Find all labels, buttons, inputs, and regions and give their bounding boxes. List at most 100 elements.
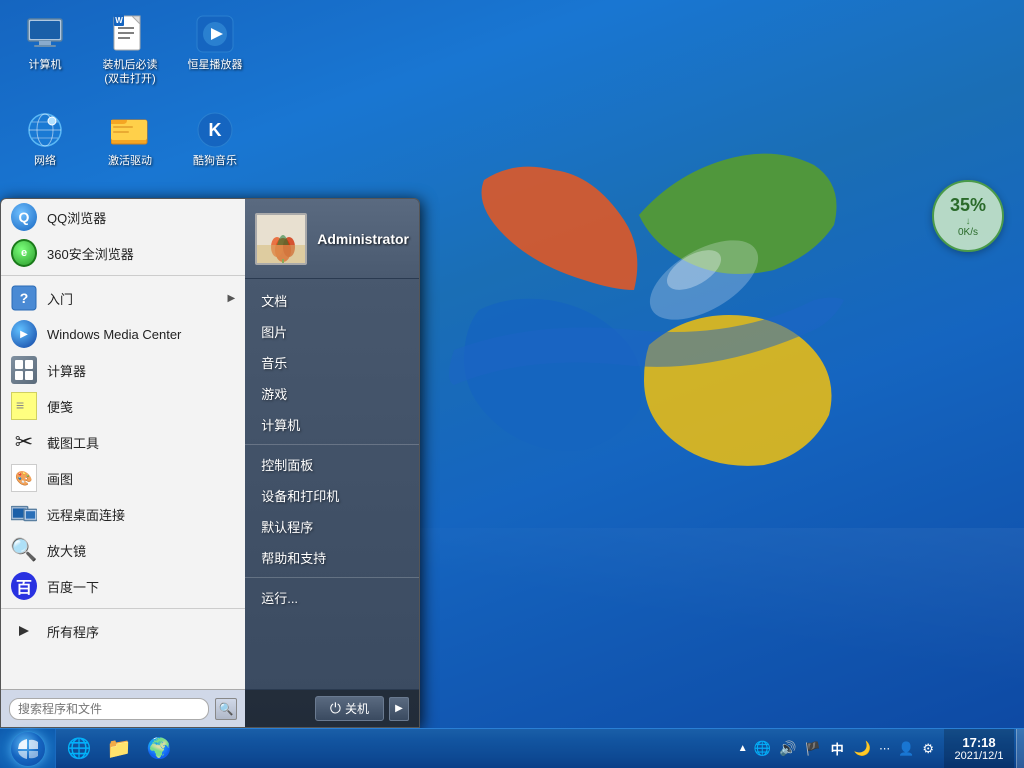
start-item-calc[interactable]: 计算器 <box>1 352 245 388</box>
wmc-icon: ▶ <box>11 321 37 347</box>
start-item-calc-label: 计算器 <box>47 361 235 380</box>
performance-arrow: ↓ <box>966 216 971 227</box>
start-item-notes[interactable]: 便笺 <box>1 388 245 424</box>
network-icon-image <box>25 110 65 150</box>
clock-date: 2021/12/1 <box>955 750 1004 762</box>
taskbar-apps: 🌐 📁 🌍 <box>56 729 182 768</box>
desktop: 计算机 W 装机后必读(双击打开) <box>0 0 1024 768</box>
start-right-item-computer[interactable]: 计算机 <box>245 409 419 440</box>
svg-text:W: W <box>115 16 123 25</box>
start-item-snip[interactable]: ✂ 截图工具 <box>1 424 245 460</box>
desktop-icon-postinstall-label: 装机后必读(双击打开) <box>99 58 161 87</box>
start-right-item-docs[interactable]: 文档 <box>245 285 419 316</box>
start-menu-left: Q QQ浏览器 e 360安全浏览器 <box>1 199 245 727</box>
tray-gear-icon[interactable]: ⚙ <box>920 739 936 759</box>
start-right-item-controlpanel[interactable]: 控制面板 <box>245 449 419 480</box>
start-right-separator-1 <box>245 444 419 445</box>
desktop-icon-activate-label: 激活驱动 <box>108 154 152 168</box>
start-right-item-help[interactable]: 帮助和支持 <box>245 542 419 573</box>
start-item-magnifier[interactable]: 🔍 放大镜 <box>1 532 245 568</box>
performance-circle: 35% ↓ 0K/s <box>932 180 1004 252</box>
windows-logo <box>434 80 854 530</box>
start-search-input[interactable] <box>9 698 209 720</box>
start-item-remote-label: 远程桌面连接 <box>47 505 235 524</box>
taskbar-app-globe[interactable]: 🌐 <box>60 732 98 766</box>
desktop-icon-hengxing-label: 恒星播放器 <box>188 58 243 72</box>
desktop-icon-network[interactable]: 网络 <box>10 106 80 172</box>
start-right-item-games[interactable]: 游戏 <box>245 378 419 409</box>
snip-icon: ✂ <box>11 429 37 455</box>
start-item-allprog[interactable]: 所有程序 <box>1 613 245 649</box>
performance-widget[interactable]: 35% ↓ 0K/s <box>932 180 1004 252</box>
svg-text:?: ? <box>20 290 29 306</box>
start-item-paint[interactable]: 🎨 画图 <box>1 460 245 496</box>
start-item-qq-browser[interactable]: Q QQ浏览器 <box>1 199 245 235</box>
tray-volume-icon[interactable]: 🔊 <box>777 738 798 759</box>
tray-user-icon[interactable]: 👤 <box>896 739 916 759</box>
desktop-icon-kugou-label: 酷狗音乐 <box>193 154 237 168</box>
tray-flag-icon[interactable]: 🏴 <box>803 739 823 759</box>
start-right-item-pics[interactable]: 图片 <box>245 316 419 347</box>
start-right-item-default[interactable]: 默认程序 <box>245 511 419 542</box>
show-desktop-button[interactable] <box>1016 729 1024 768</box>
desktop-icon-computer-label: 计算机 <box>29 58 62 72</box>
tray-moon-icon[interactable]: 🌙 <box>852 738 873 759</box>
allprog-icon <box>11 618 37 644</box>
ime-indicator[interactable]: 中 <box>827 737 848 760</box>
taskbar-app-explorer[interactable]: 📁 <box>100 732 138 766</box>
start-user-name: Administrator <box>317 231 409 247</box>
start-item-intro-arrow: ▶ <box>228 293 236 304</box>
start-divider-1 <box>1 275 245 276</box>
desktop-icon-area: 计算机 W 装机后必读(双击打开) <box>10 10 250 172</box>
desktop-icon-kugou[interactable]: K 酷狗音乐 <box>180 106 250 172</box>
shutdown-arrow-button[interactable]: ▶ <box>389 697 409 721</box>
start-item-wmc-label: Windows Media Center <box>47 327 235 342</box>
start-button[interactable] <box>0 729 56 768</box>
tray-dots-icon[interactable]: ⋯ <box>877 740 892 757</box>
taskbar-right: ▲ 🌐 🔊 🏴 中 🌙 ⋯ 👤 ⚙ 17:18 <box>732 729 1024 768</box>
desktop-icon-hengxing[interactable]: 恒星播放器 <box>180 10 250 91</box>
calc-icon <box>11 357 37 383</box>
shutdown-button[interactable]: ⏻ 关机 <box>315 696 384 721</box>
baidu-icon: 百 <box>11 573 37 599</box>
start-item-magnifier-label: 放大镜 <box>47 541 235 560</box>
start-right-item-music[interactable]: 音乐 <box>245 347 419 378</box>
postinstall-icon-image: W <box>110 14 150 54</box>
start-orb <box>10 731 46 767</box>
start-item-remote[interactable]: 远程桌面连接 <box>1 496 245 532</box>
computer-icon-image <box>25 14 65 54</box>
windows-orb-icon <box>16 737 40 761</box>
start-item-baidu[interactable]: 百 百度一下 <box>1 568 245 604</box>
desktop-icon-activate[interactable]: 激活驱动 <box>95 106 165 172</box>
start-item-360-browser[interactable]: e 360安全浏览器 <box>1 235 245 271</box>
360-browser-icon: e <box>11 240 37 266</box>
clock-time: 17:18 <box>962 735 995 750</box>
start-item-wmc[interactable]: ▶ Windows Media Center <box>1 316 245 352</box>
hengxing-icon-image <box>195 14 235 54</box>
start-search-button[interactable]: 🔍 <box>215 698 237 720</box>
tray-expand-arrow[interactable]: ▲ <box>738 743 748 754</box>
desktop-icon-row-2: 网络 激活驱动 <box>10 106 250 172</box>
performance-speed: 0K/s <box>958 227 978 238</box>
performance-percent: 35% <box>950 195 986 216</box>
system-clock[interactable]: 17:18 2021/12/1 <box>944 729 1014 768</box>
start-item-snip-label: 截图工具 <box>47 433 235 452</box>
tray-network-icon[interactable]: 🌐 <box>752 738 773 759</box>
taskbar-app-ie[interactable]: 🌍 <box>140 732 178 766</box>
start-item-intro[interactable]: ? 入门 ▶ <box>1 280 245 316</box>
desktop-icon-postinstall[interactable]: W 装机后必读(双击打开) <box>95 10 165 91</box>
start-right-item-run[interactable]: 运行... <box>245 582 419 613</box>
start-item-qq-browser-label: QQ浏览器 <box>47 208 235 227</box>
start-item-intro-label: 入门 <box>47 289 218 308</box>
system-tray: ▲ 🌐 🔊 🏴 中 🌙 ⋯ 👤 ⚙ <box>732 729 942 768</box>
user-avatar[interactable] <box>255 213 307 265</box>
desktop-icon-computer[interactable]: 计算机 <box>10 10 80 91</box>
desktop-icon-network-label: 网络 <box>34 154 56 168</box>
start-right-item-devices[interactable]: 设备和打印机 <box>245 480 419 511</box>
magnifier-icon: 🔍 <box>11 537 37 563</box>
start-item-paint-label: 画图 <box>47 469 235 488</box>
start-right-separator-2 <box>245 577 419 578</box>
intro-icon: ? <box>11 285 37 311</box>
start-user-section: Administrator <box>245 199 419 279</box>
svg-text:K: K <box>209 120 222 140</box>
